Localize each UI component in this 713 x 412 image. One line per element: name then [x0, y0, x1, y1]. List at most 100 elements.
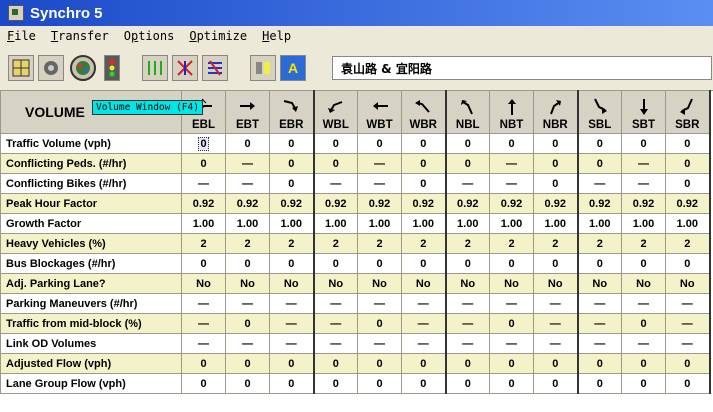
table-cell[interactable]: 0.92: [225, 193, 270, 214]
table-cell[interactable]: 0: [621, 253, 666, 274]
table-cell[interactable]: No: [269, 273, 315, 294]
table-cell[interactable]: —: [533, 313, 579, 334]
table-cell[interactable]: 0: [225, 373, 270, 394]
table-cell[interactable]: 0: [269, 353, 315, 374]
table-cell[interactable]: —: [225, 173, 270, 194]
table-cell[interactable]: —: [445, 313, 490, 334]
table-cell[interactable]: 0: [577, 353, 622, 374]
table-cell[interactable]: No: [225, 273, 270, 294]
table-cell[interactable]: —: [621, 153, 666, 174]
table-cell[interactable]: 0: [225, 133, 270, 154]
table-cell[interactable]: 1.00: [489, 213, 534, 234]
table-cell[interactable]: 0: [665, 153, 711, 174]
table-cell[interactable]: 0.92: [181, 193, 226, 214]
table-cell[interactable]: —: [445, 293, 490, 314]
table-cell[interactable]: 2: [181, 233, 226, 254]
table-cell[interactable]: —: [313, 173, 358, 194]
table-cell[interactable]: —: [665, 333, 711, 354]
menu-transfer[interactable]: Transfer: [51, 29, 109, 43]
table-cell[interactable]: 0.92: [665, 193, 711, 214]
table-cell[interactable]: 1.00: [357, 213, 402, 234]
signal-icon[interactable]: [104, 55, 120, 81]
table-cell[interactable]: 0.92: [357, 193, 402, 214]
table-cell[interactable]: 0: [621, 313, 666, 334]
table-cell[interactable]: 0: [313, 353, 358, 374]
table-cell[interactable]: —: [357, 333, 402, 354]
table-cell[interactable]: No: [489, 273, 534, 294]
table-cell[interactable]: 1.00: [445, 213, 490, 234]
table-cell[interactable]: 0: [489, 133, 534, 154]
table-cell[interactable]: 2: [225, 233, 270, 254]
table-cell[interactable]: 0.92: [401, 193, 447, 214]
table-cell[interactable]: 0: [489, 253, 534, 274]
table-cell[interactable]: 0: [181, 373, 226, 394]
table-cell[interactable]: 1.00: [533, 213, 579, 234]
table-cell[interactable]: 1.00: [621, 213, 666, 234]
phasing-icon[interactable]: [202, 55, 228, 81]
table-cell[interactable]: 0: [401, 373, 447, 394]
table-cell[interactable]: 0: [621, 353, 666, 374]
table-cell[interactable]: 0: [357, 373, 402, 394]
table-cell[interactable]: —: [489, 153, 534, 174]
table-cell[interactable]: 0: [533, 173, 579, 194]
menu-file[interactable]: File: [7, 29, 36, 43]
table-cell[interactable]: 2: [313, 233, 358, 254]
timing-window-icon[interactable]: [172, 55, 198, 81]
lane-window-icon[interactable]: [142, 55, 168, 81]
table-cell[interactable]: 0: [445, 373, 490, 394]
table-cell[interactable]: 0.92: [489, 193, 534, 214]
table-cell[interactable]: 0: [181, 133, 226, 154]
table-cell[interactable]: 0: [225, 313, 270, 334]
table-cell[interactable]: 0.92: [269, 193, 315, 214]
table-cell[interactable]: 0: [401, 173, 447, 194]
table-cell[interactable]: 2: [401, 233, 447, 254]
table-cell[interactable]: 0: [313, 133, 358, 154]
table-cell[interactable]: 0: [533, 133, 579, 154]
table-cell[interactable]: 0: [489, 353, 534, 374]
table-cell[interactable]: —: [313, 333, 358, 354]
table-cell[interactable]: 0: [269, 173, 315, 194]
table-cell[interactable]: 1.00: [269, 213, 315, 234]
table-cell[interactable]: 1.00: [665, 213, 711, 234]
table-cell[interactable]: —: [577, 173, 622, 194]
table-cell[interactable]: 0: [533, 253, 579, 274]
table-cell[interactable]: No: [401, 273, 447, 294]
table-cell[interactable]: —: [181, 313, 226, 334]
table-cell[interactable]: —: [621, 293, 666, 314]
volume-window-icon[interactable]: [70, 55, 96, 81]
table-cell[interactable]: 0: [577, 253, 622, 274]
table-cell[interactable]: 0: [445, 133, 490, 154]
table-cell[interactable]: 0: [489, 313, 534, 334]
table-cell[interactable]: 0: [357, 313, 402, 334]
table-cell[interactable]: No: [621, 273, 666, 294]
table-cell[interactable]: 0: [401, 133, 447, 154]
table-cell[interactable]: 0: [577, 153, 622, 174]
menu-optimize[interactable]: Optimize: [189, 29, 247, 43]
table-cell[interactable]: —: [445, 333, 490, 354]
table-cell[interactable]: 0: [313, 373, 358, 394]
table-cell[interactable]: —: [533, 333, 579, 354]
table-cell[interactable]: 0: [401, 153, 447, 174]
table-cell[interactable]: 0.92: [621, 193, 666, 214]
table-cell[interactable]: 0: [357, 253, 402, 274]
table-cell[interactable]: 0: [269, 253, 315, 274]
table-cell[interactable]: 1.00: [225, 213, 270, 234]
active-cell-editor[interactable]: 0: [198, 136, 209, 151]
table-cell[interactable]: 1.00: [313, 213, 358, 234]
node-settings-icon[interactable]: [38, 55, 64, 81]
table-cell[interactable]: 0.92: [577, 193, 622, 214]
table-cell[interactable]: No: [577, 273, 622, 294]
table-cell[interactable]: 2: [577, 233, 622, 254]
table-cell[interactable]: 0: [225, 253, 270, 274]
table-cell[interactable]: 0: [445, 153, 490, 174]
table-cell[interactable]: 0: [269, 133, 315, 154]
table-cell[interactable]: 2: [489, 233, 534, 254]
table-cell[interactable]: 2: [621, 233, 666, 254]
table-cell[interactable]: 2: [533, 233, 579, 254]
table-cell[interactable]: No: [313, 273, 358, 294]
table-cell[interactable]: —: [181, 173, 226, 194]
table-cell[interactable]: —: [225, 293, 270, 314]
table-cell[interactable]: —: [489, 293, 534, 314]
table-cell[interactable]: 1.00: [181, 213, 226, 234]
table-cell[interactable]: —: [313, 293, 358, 314]
